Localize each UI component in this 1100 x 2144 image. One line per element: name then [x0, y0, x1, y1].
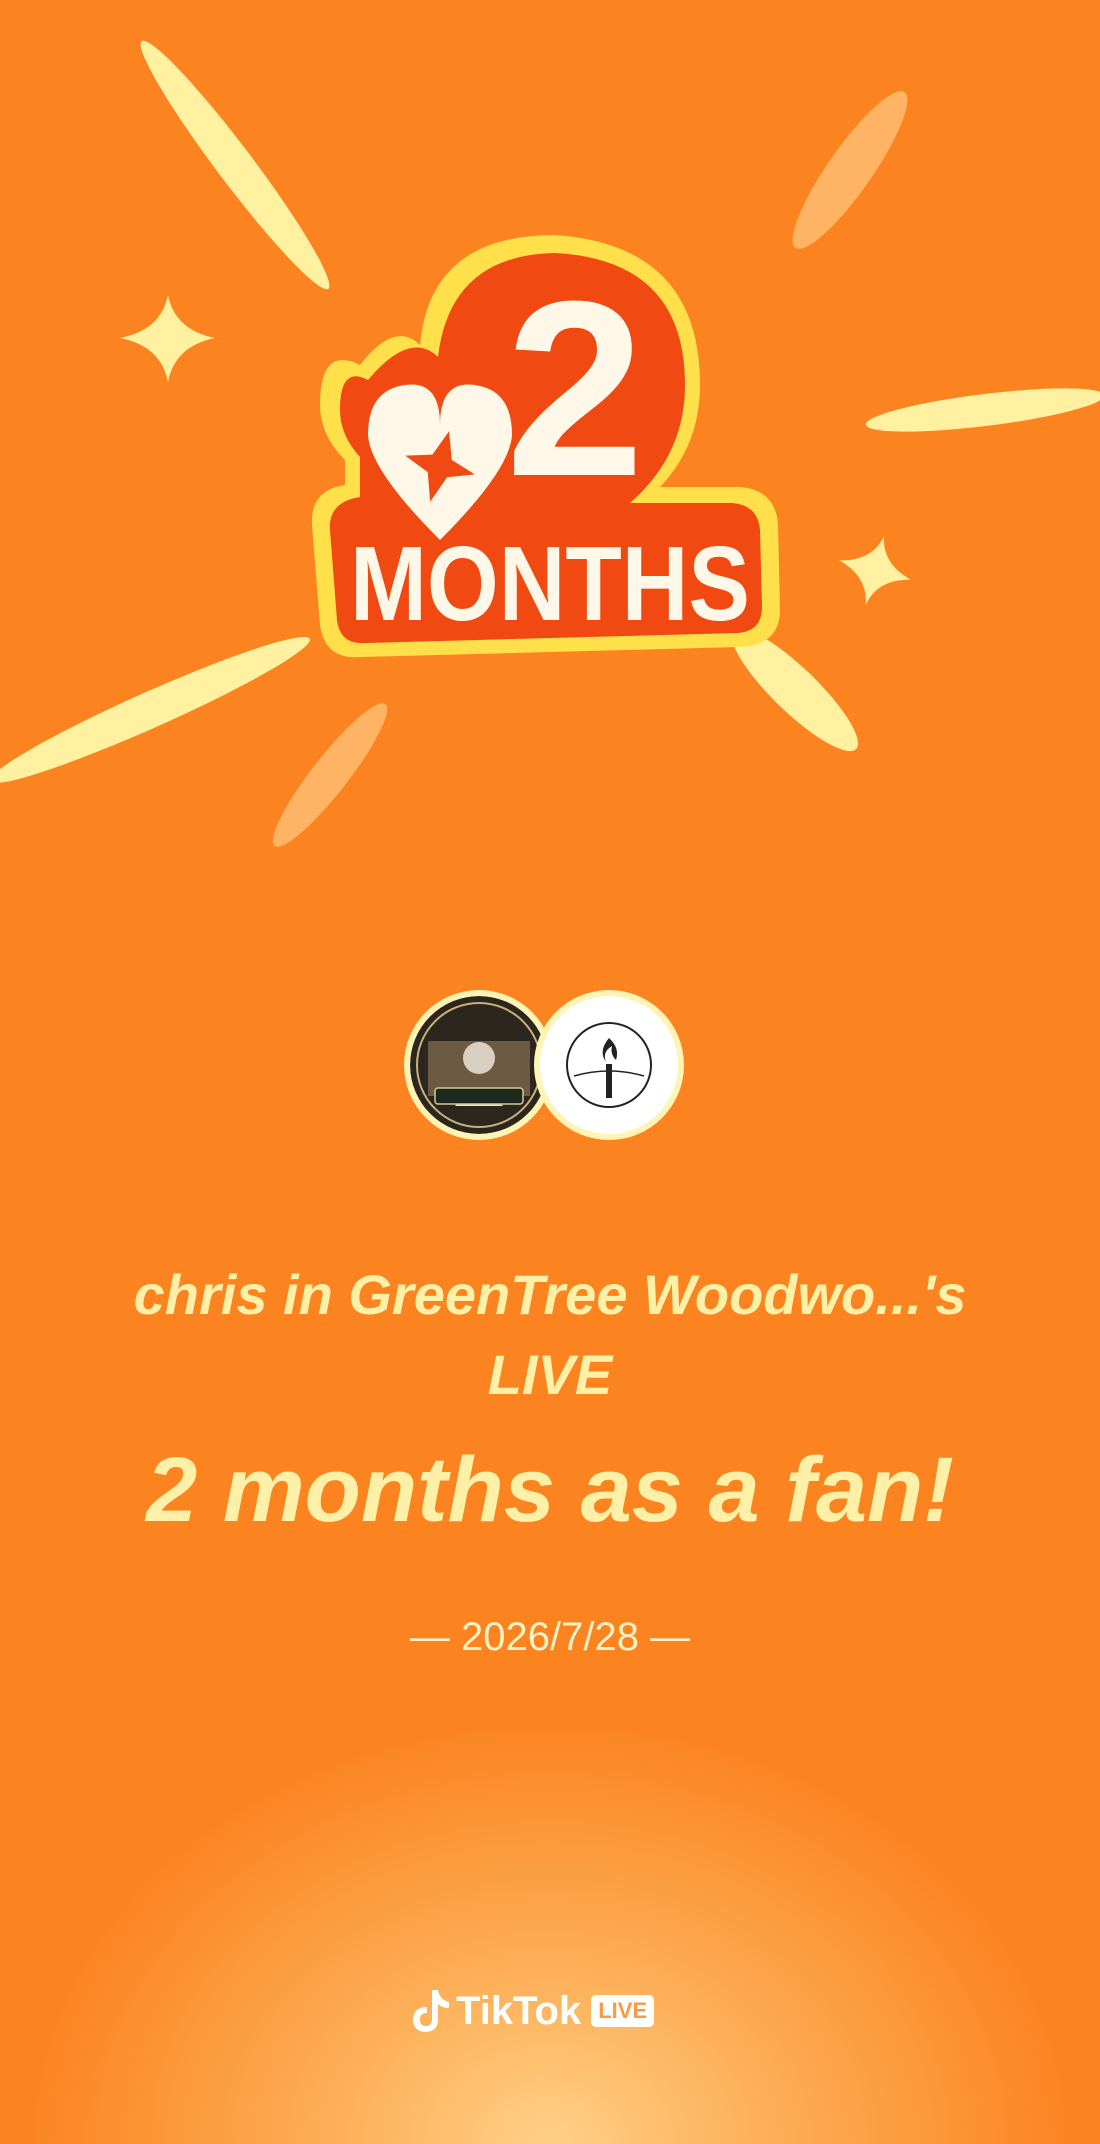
date-label: — 2026/7/28 —: [409, 1615, 691, 1659]
sparkle-left-icon: [120, 295, 215, 382]
greentree-woodworking-logo: [410, 996, 548, 1134]
tiktok-live-logo: TikTok LIVE: [410, 1976, 655, 2046]
avatar[interactable]: [534, 990, 684, 1140]
headline-line-1: chris in GreenTree Woodwo...'s: [133, 1263, 967, 1326]
live-tag: LIVE: [591, 1995, 655, 2027]
headline-line-2: LIVE: [487, 1343, 613, 1406]
torch-wood-turning-logo: [540, 996, 678, 1134]
avatar-group: [404, 990, 696, 1150]
tiktok-note-icon: [413, 1990, 449, 2032]
badge-number: 2: [505, 249, 644, 528]
sparkle-right-icon: [839, 536, 911, 605]
avatar[interactable]: [404, 990, 554, 1140]
tiktok-wordmark: TikTok: [456, 1988, 582, 2033]
badge-word: MONTHS: [350, 525, 750, 643]
fan-duration-title: 2 months as a fan!: [146, 1439, 954, 1541]
headline: chris in GreenTree Woodwo...'s LIVE: [60, 1255, 1040, 1415]
two-months-badge: 2 MONTHS: [311, 235, 780, 658]
